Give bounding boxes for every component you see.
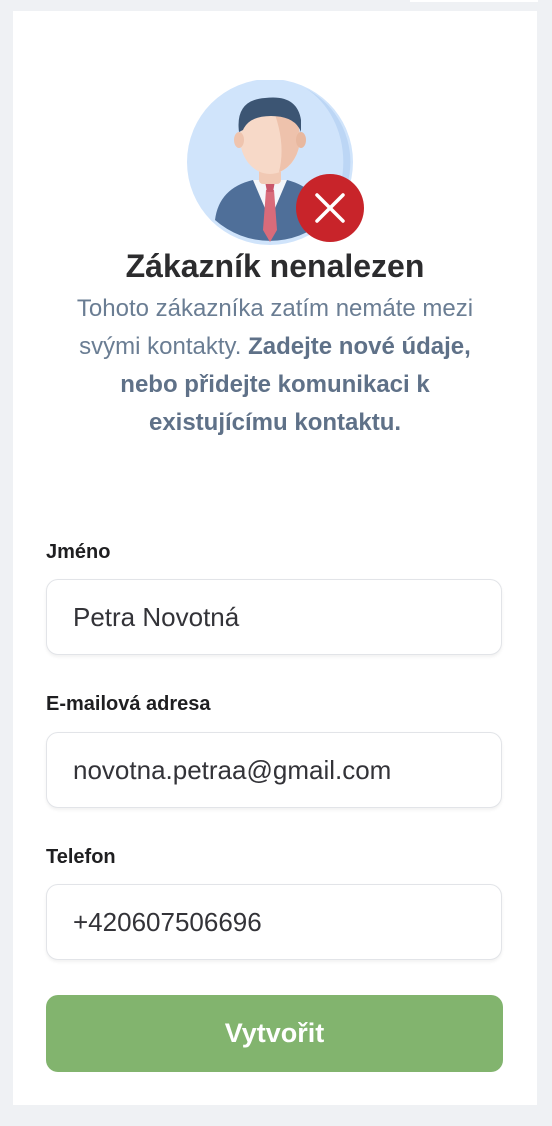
page-title: Zákazník nenalezen	[125, 248, 425, 284]
phone-field[interactable]	[46, 884, 502, 960]
email-field[interactable]	[46, 732, 502, 808]
name-label: Jméno	[46, 541, 111, 563]
create-button[interactable]: Vytvořit	[46, 995, 503, 1072]
email-label: E-mailová adresa	[46, 693, 211, 715]
error-x-icon	[296, 174, 364, 242]
name-field[interactable]	[46, 579, 502, 655]
phone-label: Telefon	[46, 846, 116, 868]
top-strip	[410, 0, 538, 2]
not-found-description: Tohoto zákazníka zatím nemáte mezi svými…	[63, 290, 487, 442]
